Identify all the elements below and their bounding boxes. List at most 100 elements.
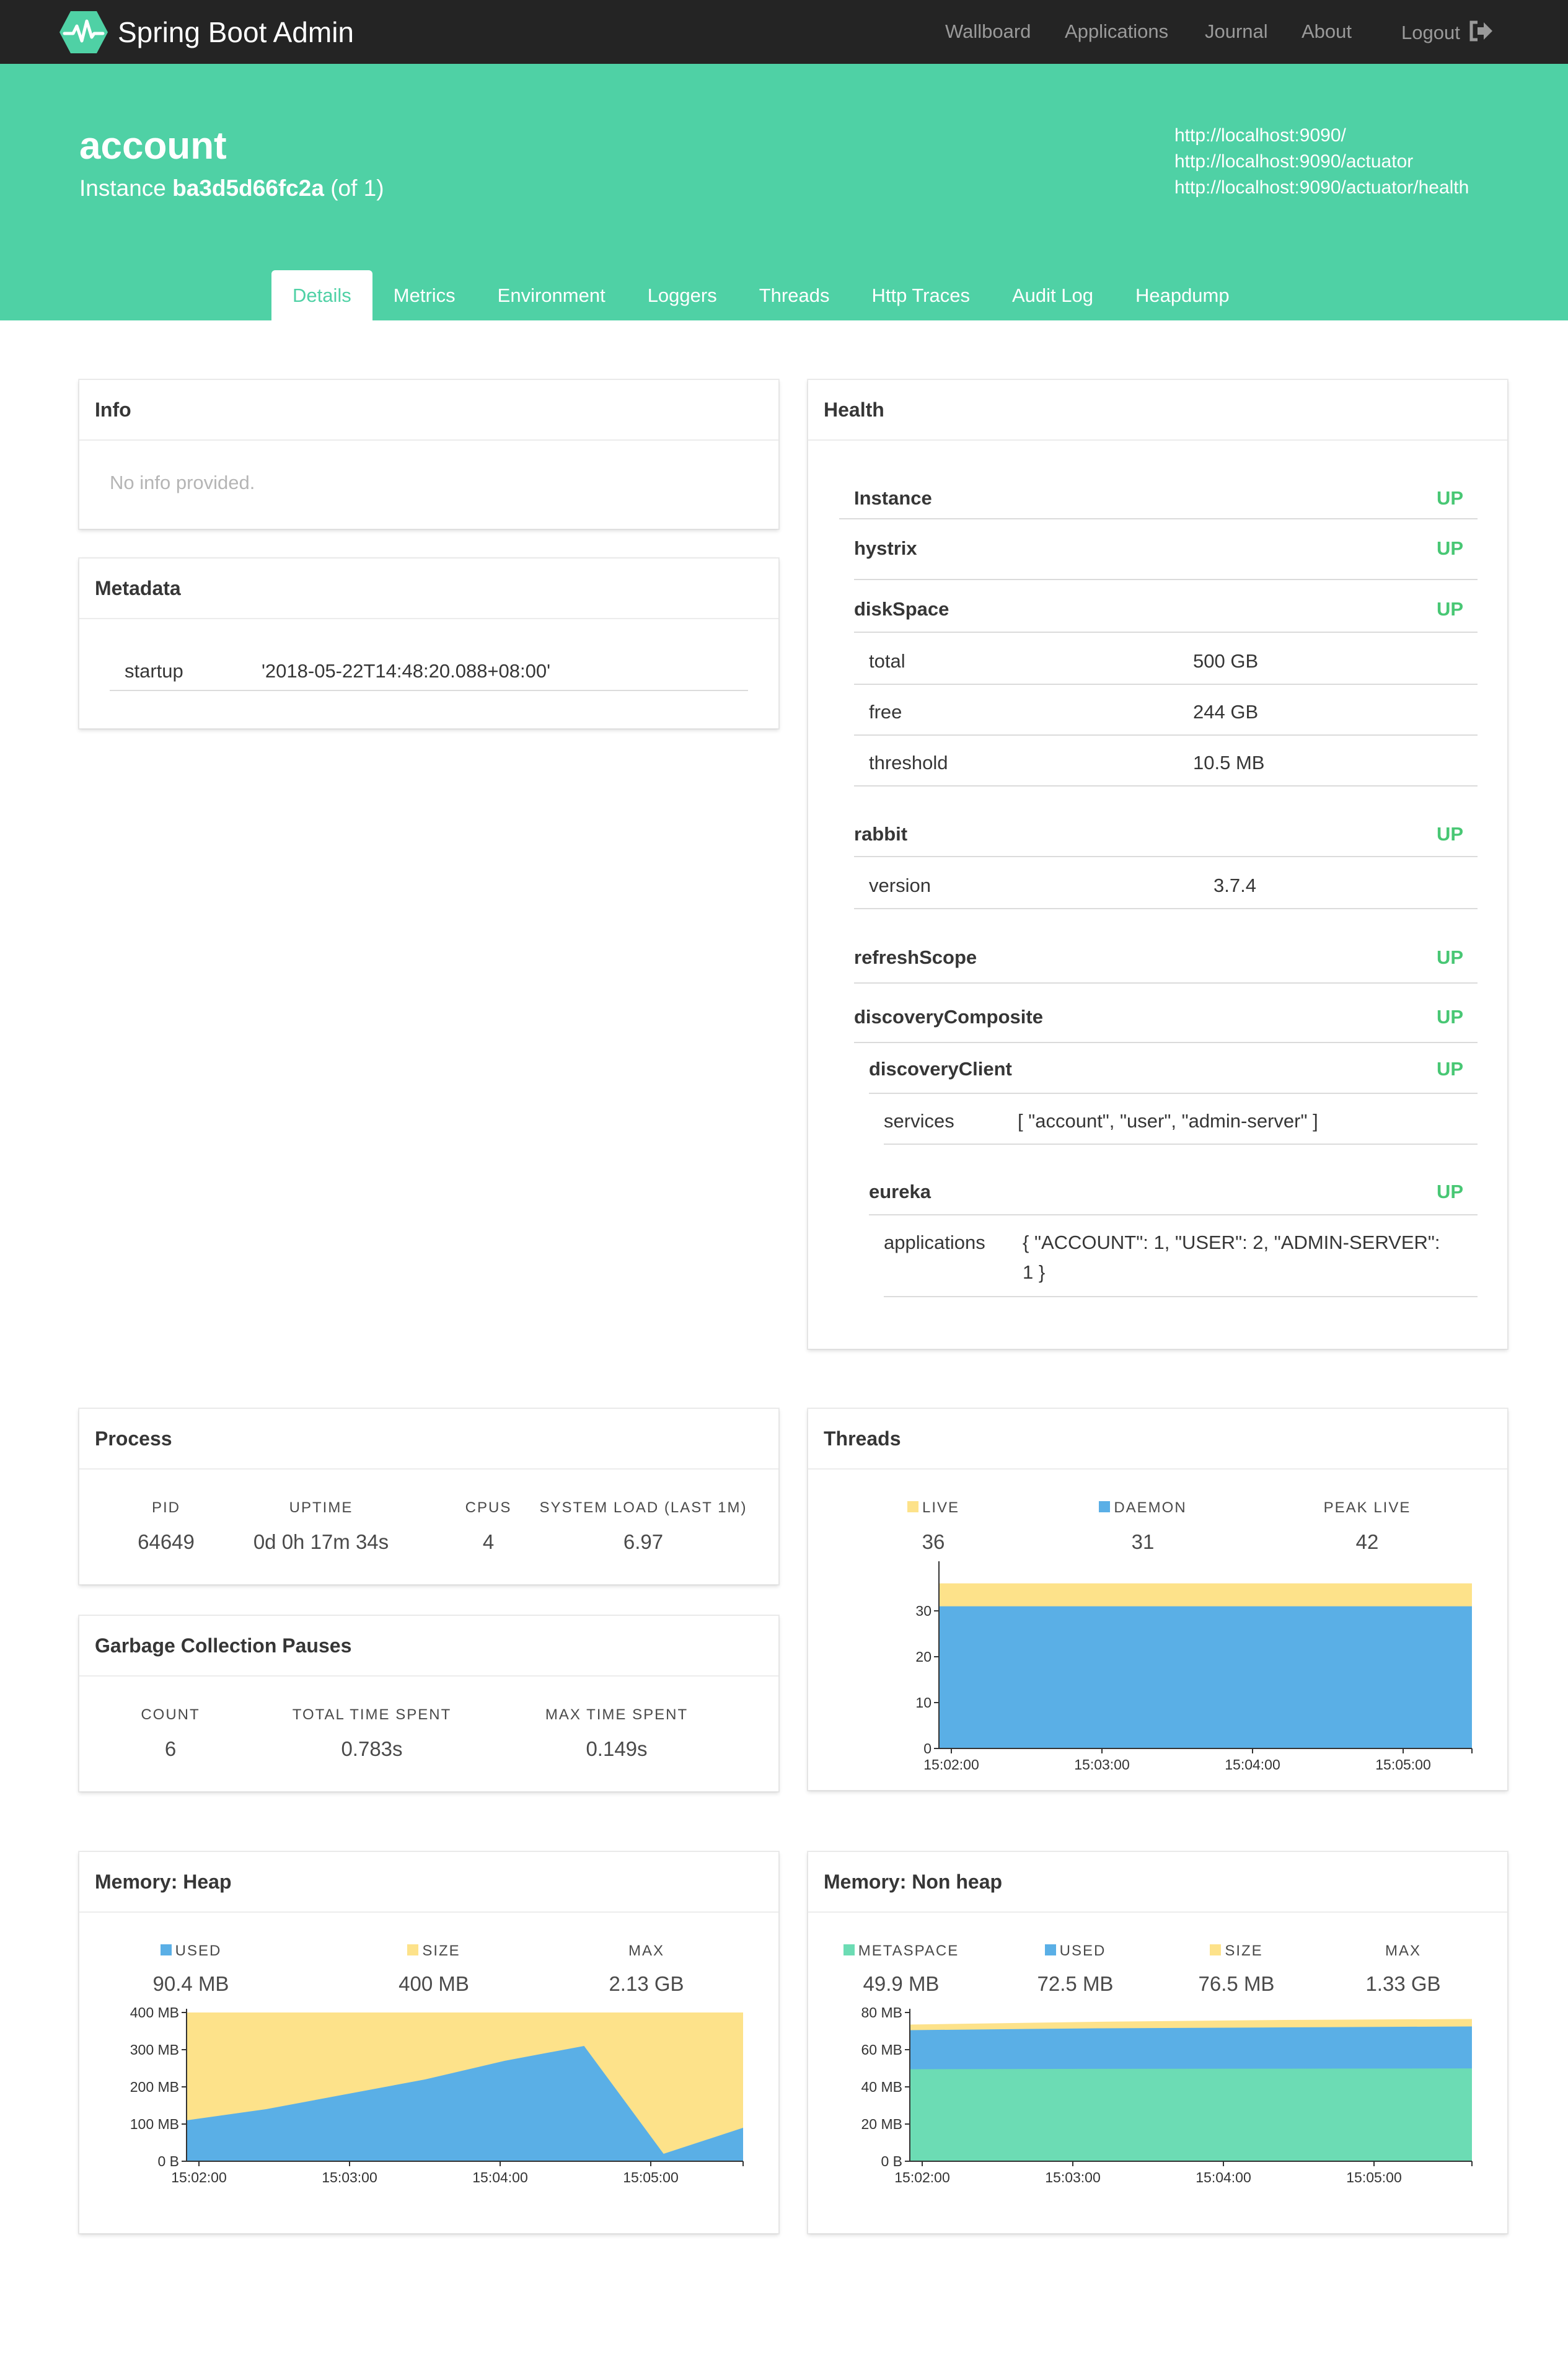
logout-button[interactable]: Logout	[1401, 20, 1494, 44]
nav-wallboard[interactable]: Wallboard	[945, 20, 1031, 43]
stat-label: MAX TIME SPENT	[545, 1706, 689, 1723]
legend-peak-live: PEAK LIVE	[1323, 1499, 1411, 1516]
legend-used: USED	[98, 1942, 284, 1960]
legend-swatch	[160, 1944, 172, 1955]
instance-id: ba3d5d66fc2a	[172, 175, 324, 201]
health-hystrix-label: hystrix	[854, 537, 917, 559]
detail-key: total	[869, 650, 905, 672]
detail-key: free	[869, 701, 902, 723]
process-title: Process	[79, 1409, 778, 1470]
x-tick-label: 15:02:00	[894, 2169, 950, 2185]
health-url[interactable]: http://localhost:9090/actuator/health	[1174, 175, 1469, 201]
health-detail-row: applications { "ACCOUNT": 1, "USER": 2, …	[884, 1215, 1478, 1297]
legend-label: SIZE	[422, 1942, 460, 1959]
health-card: Health Instance UP hystrix UP diskSpace …	[808, 379, 1508, 1349]
stat-value: 90.4 MB	[152, 1972, 229, 1995]
health-discoverycomposite-row: discoveryComposite UP	[854, 990, 1478, 1043]
health-title: Health	[808, 380, 1507, 441]
health-discoverycomposite-label: discoveryComposite	[854, 1006, 1043, 1028]
detail-value: 3.7.4	[1213, 875, 1256, 896]
legend-label: LIVE	[922, 1499, 960, 1516]
nonheap-chart: 0 B 20 MB 40 MB 60 MB 80 MB 15:02:00 15:03:00 1…	[861, 2004, 1473, 2185]
stat-value: 1.33 GB	[1365, 1972, 1441, 1995]
health-hystrix-row: hystrix UP	[854, 521, 1478, 580]
tab-details[interactable]: Details	[271, 270, 372, 320]
legend-label: METASPACE	[858, 1942, 959, 1959]
sign-out-icon	[1469, 20, 1493, 42]
top-navbar: Spring Boot Admin Wallboard Applications…	[0, 0, 1568, 64]
y-tick-label: 20 MB	[861, 2116, 902, 2132]
stat-value: 31	[1131, 1530, 1155, 1553]
legend-metaspace: METASPACE	[808, 1942, 994, 1960]
legend-used: USED	[982, 1942, 1168, 1960]
status-badge: UP	[1437, 1006, 1464, 1028]
detail-key: version	[869, 875, 931, 896]
info-title: Info	[79, 380, 778, 441]
health-detail-row: free 244 GB	[854, 685, 1478, 736]
stat-value: 6.97	[623, 1530, 664, 1553]
area-series-daemon	[939, 1606, 1472, 1748]
detail-value-continued: 1 }	[1023, 1261, 1046, 1283]
service-url[interactable]: http://localhost:9090/	[1174, 123, 1469, 149]
heap-title: Memory: Heap	[79, 1852, 778, 1913]
y-tick-label: 0	[923, 1740, 932, 1757]
stat-value: 2.13 GB	[609, 1972, 684, 1995]
management-url[interactable]: http://localhost:9090/actuator	[1174, 149, 1469, 175]
x-tick-label: 15:05:00	[1346, 2169, 1402, 2185]
health-detail-row: threshold 10.5 MB	[854, 736, 1478, 787]
y-tick-label: 30	[915, 1603, 932, 1619]
instance-urls: http://localhost:9090/ http://localhost:…	[1174, 123, 1469, 201]
y-tick-label: 40 MB	[861, 2079, 902, 2095]
legend-swatch	[1044, 1944, 1056, 1955]
stat-value: 49.9 MB	[863, 1972, 940, 1995]
tab-heapdump[interactable]: Heapdump	[1114, 270, 1251, 320]
legend-max: MAX	[628, 1942, 664, 1959]
detail-value: [ "account", "user", "admin-server" ]	[1018, 1110, 1318, 1132]
process-card: Process PID 64649 UPTIME 0d 0h 17m 34s C…	[79, 1408, 779, 1585]
health-instance-label: Instance	[854, 487, 932, 509]
instance-tabs: Details Metrics Environment Loggers Thre…	[271, 270, 1251, 320]
legend-label: SIZE	[1225, 1942, 1263, 1959]
metadata-title: Metadata	[79, 558, 778, 619]
tab-loggers[interactable]: Loggers	[627, 270, 738, 320]
y-tick-label: 100 MB	[130, 2116, 179, 2132]
detail-key: services	[884, 1110, 954, 1132]
tab-threads[interactable]: Threads	[738, 270, 851, 320]
health-discoveryclient-row: discoveryClient UP	[869, 1043, 1478, 1094]
instance-prefix: Instance	[79, 175, 166, 201]
gc-card: Garbage Collection Pauses COUNT 6 TOTAL …	[79, 1615, 779, 1792]
legend-daemon: DAEMON	[1050, 1499, 1236, 1517]
health-diskspace-row: diskSpace UP	[854, 582, 1478, 633]
heap-chart: 0 B 100 MB 200 MB 300 MB 400 MB 15:02:00 15:03…	[130, 2004, 744, 2185]
y-tick-label: 200 MB	[130, 2079, 179, 2095]
brand[interactable]: Spring Boot Admin	[58, 9, 354, 56]
brand-name: Spring Boot Admin	[118, 16, 355, 48]
nav-journal[interactable]: Journal	[1205, 20, 1268, 43]
metadata-row: startup '2018-05-22T14:48:20.088+08:00'	[110, 633, 748, 691]
stat-value: 42	[1355, 1530, 1379, 1553]
nonheap-title: Memory: Non heap	[808, 1852, 1507, 1913]
nonheap-card: Memory: Non heap METASPACE 49.9 MB USED …	[808, 1851, 1508, 2234]
y-tick-label: 10	[915, 1695, 932, 1711]
x-tick-label: 15:05:00	[1375, 1757, 1431, 1773]
tab-environment[interactable]: Environment	[477, 270, 627, 320]
tab-http-traces[interactable]: Http Traces	[850, 270, 991, 320]
legend-swatch	[1099, 1501, 1111, 1512]
health-detail-row: services [ "account", "user", "admin-ser…	[884, 1094, 1478, 1145]
tab-audit-log[interactable]: Audit Log	[991, 270, 1114, 320]
health-rabbit-label: rabbit	[854, 823, 908, 845]
x-tick-label: 15:04:00	[472, 2169, 528, 2185]
threads-card: Threads LIVE 36 DAEMON 31 PEAK LIVE 42 0…	[808, 1408, 1508, 1791]
tab-metrics[interactable]: Metrics	[372, 270, 477, 320]
health-rabbit-row: rabbit UP	[854, 808, 1478, 857]
y-tick-label: 60 MB	[861, 2042, 902, 2058]
nav-applications[interactable]: Applications	[1065, 20, 1168, 43]
legend-label: USED	[175, 1942, 222, 1959]
legend-live: LIVE	[840, 1499, 1026, 1517]
x-tick-label: 15:05:00	[623, 2169, 679, 2185]
legend-label: USED	[1059, 1942, 1106, 1959]
nav-about[interactable]: About	[1302, 20, 1352, 43]
stat-value: 6	[164, 1737, 177, 1760]
threads-chart: 0 10 20 30 15:02:00 15:03:00 15:04:00 15:05:00	[915, 1561, 1473, 1773]
gc-title: Garbage Collection Pauses	[79, 1616, 778, 1677]
